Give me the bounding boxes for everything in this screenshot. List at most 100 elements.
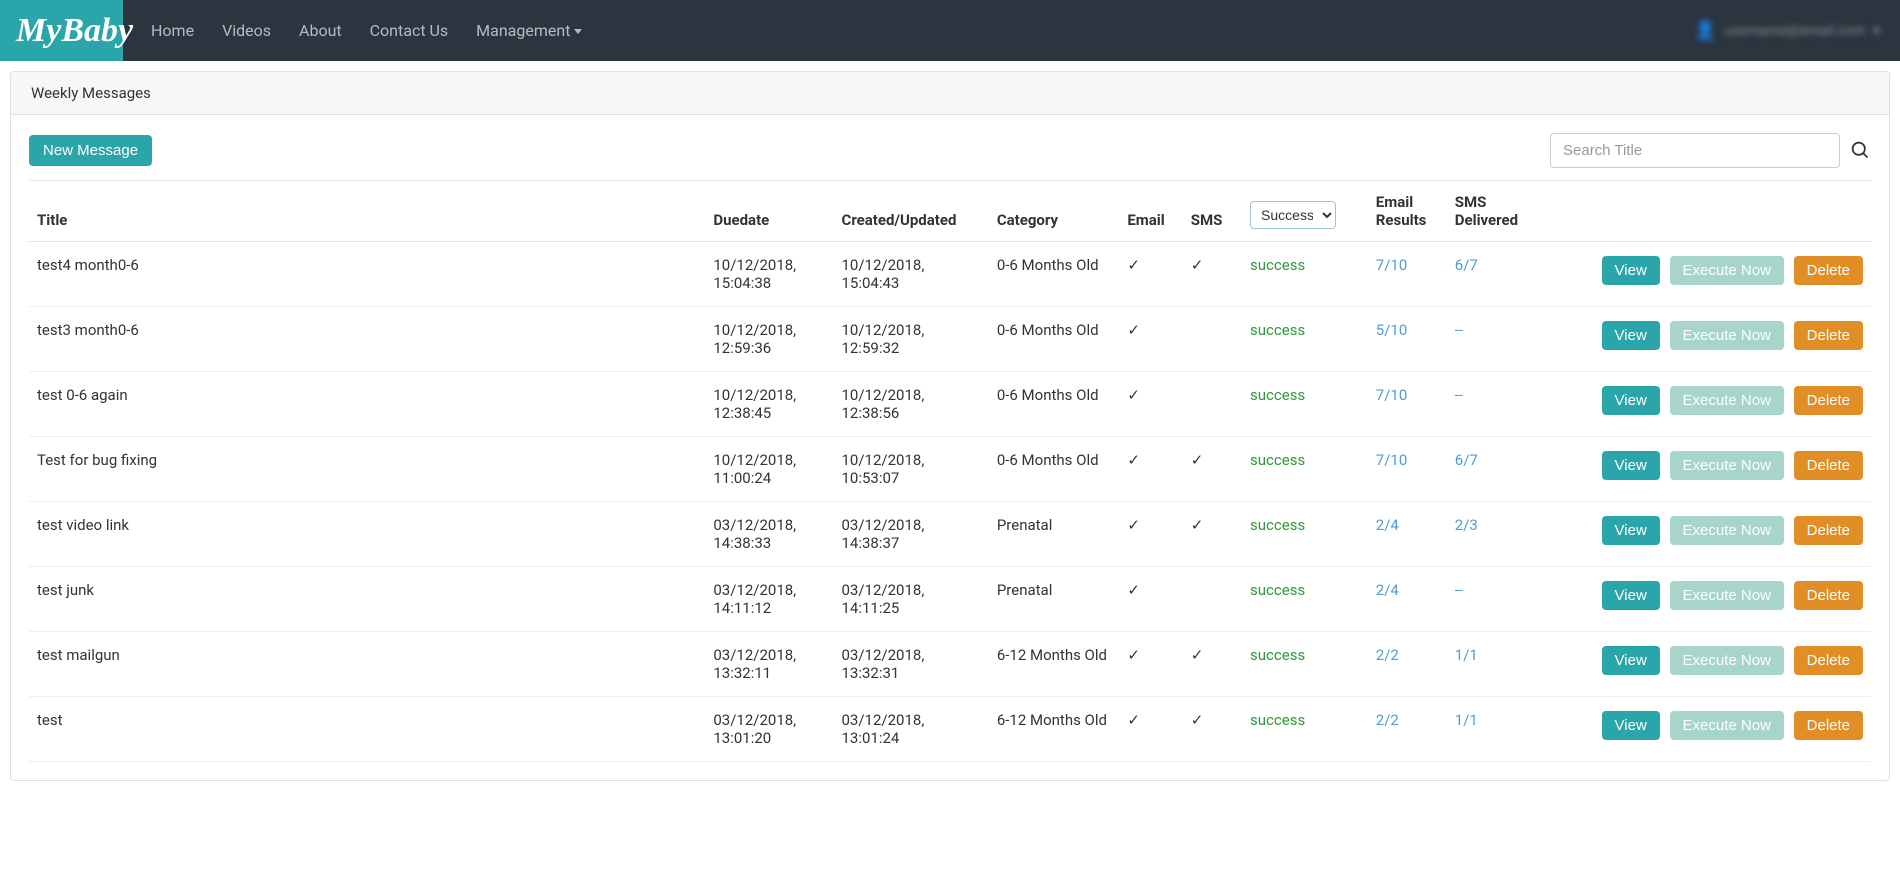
cell-updated: 03/12/2018, 14:38:37 [834, 502, 989, 567]
nav-link-contact[interactable]: Contact Us [370, 21, 449, 40]
cell-status: success [1242, 567, 1368, 632]
cell-title: test junk [29, 567, 705, 632]
cell-status: success [1242, 632, 1368, 697]
cell-actions: View Execute Now Delete [1542, 372, 1871, 437]
search-title-input[interactable] [1550, 133, 1840, 168]
execute-now-button[interactable]: Execute Now [1670, 646, 1784, 675]
nav-user-dropdown[interactable]: 👤 username@email.com ▾ [1694, 0, 1900, 61]
email-results-link[interactable]: 2/2 [1376, 711, 1399, 729]
cell-actions: View Execute Now Delete [1542, 242, 1871, 307]
cell-duedate: 10/12/2018, 12:59:36 [705, 307, 833, 372]
view-button[interactable]: View [1602, 321, 1660, 350]
brand-logo[interactable]: MyBaby [0, 0, 123, 61]
execute-now-button[interactable]: Execute Now [1670, 256, 1784, 285]
cell-sms-check: ✓ [1183, 502, 1242, 567]
view-button[interactable]: View [1602, 386, 1660, 415]
view-button[interactable]: View [1602, 581, 1660, 610]
delete-button[interactable]: Delete [1794, 256, 1863, 285]
top-navbar: MyBaby Home Videos About Contact Us Mana… [0, 0, 1900, 61]
nav-link-videos[interactable]: Videos [222, 21, 271, 40]
col-email: Email [1119, 181, 1182, 242]
cell-duedate: 10/12/2018, 15:04:38 [705, 242, 833, 307]
user-email-label: username@email.com [1725, 23, 1865, 39]
delete-button[interactable]: Delete [1794, 516, 1863, 545]
cell-actions: View Execute Now Delete [1542, 567, 1871, 632]
delete-button[interactable]: Delete [1794, 386, 1863, 415]
cell-actions: View Execute Now Delete [1542, 697, 1871, 762]
cell-email-results: 7/10 [1368, 372, 1447, 437]
view-button[interactable]: View [1602, 646, 1660, 675]
cell-duedate: 03/12/2018, 14:11:12 [705, 567, 833, 632]
execute-now-button[interactable]: Execute Now [1670, 711, 1784, 740]
cell-email-check: ✓ [1119, 242, 1182, 307]
cell-sms-check: ✓ [1183, 632, 1242, 697]
col-title: Title [29, 181, 705, 242]
cell-email-results: 7/10 [1368, 242, 1447, 307]
delete-button[interactable]: Delete [1794, 646, 1863, 675]
cell-email-results: 2/4 [1368, 502, 1447, 567]
nav-link-home[interactable]: Home [151, 21, 194, 40]
delete-button[interactable]: Delete [1794, 581, 1863, 610]
sms-delivered-link[interactable]: -- [1455, 321, 1463, 339]
cell-title: test video link [29, 502, 705, 567]
table-row: test video link 03/12/2018, 14:38:33 03/… [29, 502, 1871, 567]
nav-link-about[interactable]: About [299, 21, 342, 40]
table-row: test junk 03/12/2018, 14:11:12 03/12/201… [29, 567, 1871, 632]
table-row: test3 month0-6 10/12/2018, 12:59:36 10/1… [29, 307, 1871, 372]
cell-sms-check: ✓ [1183, 242, 1242, 307]
cell-updated: 03/12/2018, 13:32:31 [834, 632, 989, 697]
sms-delivered-link[interactable]: 1/1 [1455, 646, 1478, 664]
execute-now-button[interactable]: Execute Now [1670, 516, 1784, 545]
cell-category: 6-12 Months Old [989, 697, 1120, 762]
cell-duedate: 03/12/2018, 13:01:20 [705, 697, 833, 762]
cell-email-results: 2/2 [1368, 632, 1447, 697]
view-button[interactable]: View [1602, 451, 1660, 480]
cell-updated: 10/12/2018, 12:38:56 [834, 372, 989, 437]
view-button[interactable]: View [1602, 516, 1660, 545]
cell-updated: 03/12/2018, 13:01:24 [834, 697, 989, 762]
cell-status: success [1242, 307, 1368, 372]
cell-email-check: ✓ [1119, 632, 1182, 697]
sms-delivered-link[interactable]: 6/7 [1455, 451, 1478, 469]
table-row: test mailgun 03/12/2018, 13:32:11 03/12/… [29, 632, 1871, 697]
cell-email-results: 2/2 [1368, 697, 1447, 762]
sms-delivered-link[interactable]: -- [1455, 386, 1463, 404]
weekly-messages-panel: Weekly Messages New Message Title Duedat… [10, 71, 1890, 781]
cell-email-results: 5/10 [1368, 307, 1447, 372]
email-results-link[interactable]: 2/4 [1376, 581, 1399, 599]
sms-delivered-link[interactable]: 6/7 [1455, 256, 1478, 274]
cell-category: 0-6 Months Old [989, 437, 1120, 502]
execute-now-button[interactable]: Execute Now [1670, 321, 1784, 350]
execute-now-button[interactable]: Execute Now [1670, 451, 1784, 480]
email-results-link[interactable]: 7/10 [1376, 256, 1407, 274]
view-button[interactable]: View [1602, 256, 1660, 285]
email-results-link[interactable]: 7/10 [1376, 386, 1407, 404]
execute-now-button[interactable]: Execute Now [1670, 386, 1784, 415]
cell-title: test3 month0-6 [29, 307, 705, 372]
sms-delivered-link[interactable]: -- [1455, 581, 1463, 599]
cell-email-check: ✓ [1119, 697, 1182, 762]
view-button[interactable]: View [1602, 711, 1660, 740]
sms-delivered-link[interactable]: 1/1 [1455, 711, 1478, 729]
sms-delivered-link[interactable]: 2/3 [1455, 516, 1478, 534]
cell-email-check: ✓ [1119, 502, 1182, 567]
col-actions [1542, 181, 1871, 242]
execute-now-button[interactable]: Execute Now [1670, 581, 1784, 610]
search-button[interactable] [1850, 140, 1871, 161]
cell-status: success [1242, 502, 1368, 567]
email-results-link[interactable]: 7/10 [1376, 451, 1407, 469]
new-message-button[interactable]: New Message [29, 135, 152, 166]
nav-link-management[interactable]: Management [476, 21, 582, 40]
status-filter-select[interactable]: Success [1250, 201, 1336, 229]
cell-title: Test for bug fixing [29, 437, 705, 502]
email-results-link[interactable]: 2/2 [1376, 646, 1399, 664]
delete-button[interactable]: Delete [1794, 321, 1863, 350]
delete-button[interactable]: Delete [1794, 451, 1863, 480]
delete-button[interactable]: Delete [1794, 711, 1863, 740]
nav-menu: Home Videos About Contact Us Management [123, 0, 582, 61]
col-sms-delivered: SMS Delivered [1447, 181, 1542, 242]
cell-sms-check [1183, 567, 1242, 632]
email-results-link[interactable]: 2/4 [1376, 516, 1399, 534]
cell-category: 0-6 Months Old [989, 242, 1120, 307]
email-results-link[interactable]: 5/10 [1376, 321, 1407, 339]
